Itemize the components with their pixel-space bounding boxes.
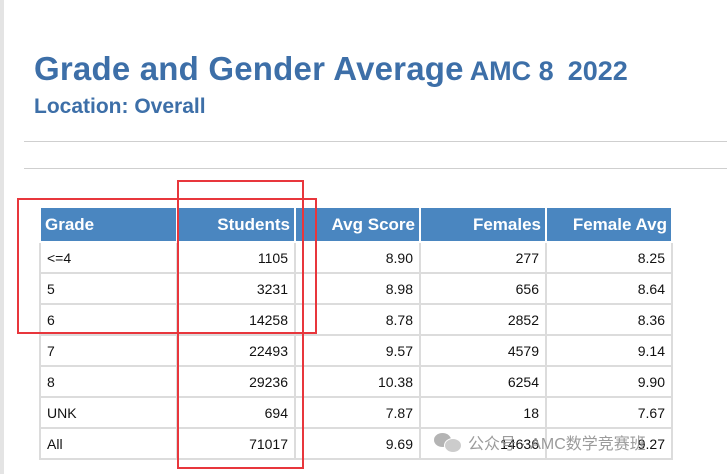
cell-females: 277 — [420, 242, 547, 274]
location-label: Location: Overall — [34, 95, 206, 118]
table-row: 8 29236 10.38 6254 9.90 — [39, 366, 673, 398]
cell-female-avg: 9.90 — [546, 366, 673, 398]
cell-avg-score: 7.87 — [295, 397, 421, 429]
cell-females: 6254 — [420, 366, 547, 398]
cell-female-avg: 8.64 — [546, 273, 673, 305]
cell-grade: All — [39, 428, 178, 460]
column-header-female-avg[interactable]: Female Avg — [545, 208, 673, 243]
report-title-text: Grade and Gender Average — [34, 50, 464, 87]
cell-grade: UNK — [39, 397, 178, 429]
cell-female-avg: 8.36 — [546, 304, 673, 336]
page-edge-rule — [0, 0, 4, 474]
wechat-icon — [434, 431, 462, 453]
report-title: Grade and Gender Average AMC 8 2022 — [34, 50, 628, 88]
watermark: 公众号 · AMC数学竞赛班 — [434, 430, 646, 454]
cell-avg-score: 9.69 — [295, 428, 421, 460]
cell-grade: 8 — [39, 366, 178, 398]
contest-year: 2022 — [567, 56, 628, 86]
cell-female-avg: 7.67 — [546, 397, 673, 429]
cell-avg-score: 9.57 — [295, 335, 421, 367]
cell-females: 18 — [420, 397, 547, 429]
divider-top — [24, 141, 727, 142]
watermark-text: 公众号 · AMC数学竞赛班 — [468, 436, 646, 453]
contest-name: AMC 8 — [469, 56, 554, 86]
highlight-box-students-column — [177, 180, 304, 469]
table-row: 7 22493 9.57 4579 9.14 — [39, 335, 673, 367]
cell-avg-score: 10.38 — [295, 366, 421, 398]
cell-females: 656 — [420, 273, 547, 305]
table-row: UNK 694 7.87 18 7.67 — [39, 397, 673, 429]
cell-females: 4579 — [420, 335, 547, 367]
cell-females: 2852 — [420, 304, 547, 336]
column-header-females[interactable]: Females — [419, 208, 547, 243]
divider-bottom — [24, 168, 727, 169]
cell-grade: 7 — [39, 335, 178, 367]
cell-female-avg: 8.25 — [546, 242, 673, 274]
cell-female-avg: 9.14 — [546, 335, 673, 367]
